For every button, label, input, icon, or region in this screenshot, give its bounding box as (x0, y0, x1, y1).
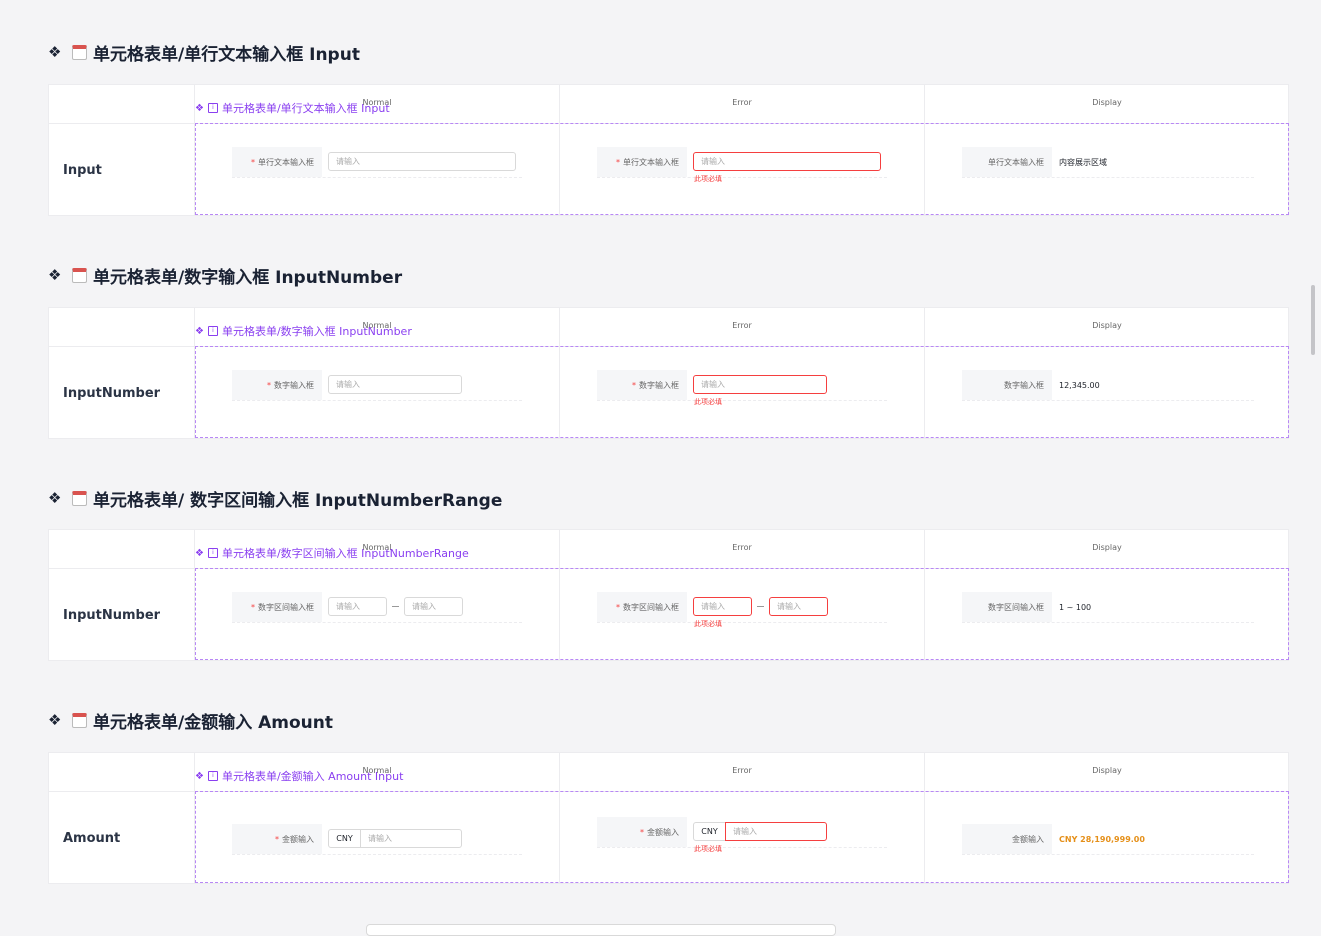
component-icon: ❖ (195, 102, 204, 114)
row-label: Input (63, 163, 102, 178)
component-label[interactable]: ❖ i 单元格表单/数字区间输入框 InputNumberRange (195, 545, 469, 561)
col-head-display: Display (1092, 321, 1122, 330)
currency-select[interactable]: CNY (328, 829, 361, 848)
instance-icon: i (207, 103, 218, 113)
field-label: 金额输入 (962, 824, 1052, 854)
calendar-icon (72, 490, 87, 506)
diamond-icon: ❖ (48, 711, 62, 729)
instance-icon: i (207, 548, 218, 558)
range-max-input[interactable]: 请输入 (404, 597, 463, 616)
text-input[interactable]: 请输入 (328, 152, 516, 171)
component-label-text: 单元格表单/数字输入框 InputNumber (221, 325, 412, 338)
range-max-input-error[interactable]: 请输入 (769, 597, 828, 616)
component-label-text: 单元格表单/单行文本输入框 Input (221, 102, 390, 115)
component-card: Normal Error Display ❖ i 单元格表单/数字区间输入框 I… (48, 529, 1289, 661)
component-label-text: 单元格表单/数字区间输入框 InputNumberRange (221, 547, 469, 560)
instance-icon: i (207, 326, 218, 336)
field-label: * 数字输入框 (232, 370, 322, 400)
field-label: 数字输入框 (962, 370, 1052, 400)
field-display: 数字输入框 12,345.00 (962, 370, 1254, 401)
component-icon: ❖ (195, 770, 204, 782)
component-icon: ❖ (195, 547, 204, 559)
component-label[interactable]: ❖ i 单元格表单/数字输入框 InputNumber (195, 323, 412, 339)
field-error: * 单行文本输入框 请输入 此项必填 (597, 147, 887, 183)
field-normal: * 数字输入框 请输入 (232, 370, 522, 401)
number-input[interactable]: 请输入 (328, 375, 462, 394)
range-separator (392, 606, 399, 607)
amount-input[interactable]: 请输入 (360, 829, 462, 848)
field-label: * 数字区间输入框 (597, 592, 687, 622)
field-label: 数字区间输入框 (962, 592, 1052, 622)
range-min-input[interactable]: 请输入 (328, 597, 387, 616)
component-card: Normal Error Display ❖ i 单元格表单/金额输入 Amou… (48, 752, 1289, 884)
component-icon: ❖ (195, 325, 204, 337)
display-value: CNY 28,190,999.00 (1059, 834, 1145, 844)
row-label: InputNumber (63, 386, 161, 401)
component-label[interactable]: ❖ i 单元格表单/金额输入 Amount Input (195, 768, 403, 784)
range-min-input-error[interactable]: 请输入 (693, 597, 752, 616)
col-head-error: Error (732, 321, 752, 330)
diamond-icon: ❖ (48, 489, 62, 507)
section-title: ❖ 单元格表单/数字输入框 InputNumber (48, 262, 402, 288)
field-label: * 金额输入 (232, 824, 322, 854)
component-label-text: 单元格表单/金额输入 Amount Input (221, 770, 404, 783)
field-label: * 金额输入 (597, 817, 687, 847)
section-title-text: 单元格表单/数字输入框 InputNumber (93, 267, 403, 288)
col-head-error: Error (732, 98, 752, 107)
diamond-icon: ❖ (48, 43, 62, 61)
section-title-text: 单元格表单/金额输入 Amount (93, 712, 334, 733)
diamond-icon: ❖ (48, 266, 62, 284)
field-label: 单行文本输入框 (962, 147, 1052, 177)
section-title: ❖ 单元格表单/ 数字区间输入框 InputNumberRange (48, 485, 502, 511)
component-card: Normal Error Display ❖ i 单元格表单/单行文本输入框 I… (48, 84, 1289, 216)
field-display: 数字区间输入框 1 ~ 100 (962, 592, 1254, 623)
field-label: * 单行文本输入框 (232, 147, 322, 177)
display-value: 1 ~ 100 (1059, 602, 1092, 612)
calendar-icon (72, 712, 87, 728)
section-title: ❖ 单元格表单/单行文本输入框 Input (48, 39, 360, 65)
col-head-display: Display (1092, 98, 1122, 107)
calendar-icon (72, 267, 87, 283)
section-title-text: 单元格表单/ 数字区间输入框 InputNumberRange (93, 490, 503, 511)
section-title: ❖ 单元格表单/金额输入 Amount (48, 707, 333, 733)
display-value: 内容展示区域 (1059, 157, 1107, 167)
error-message: 此项必填 (694, 620, 722, 628)
error-message: 此项必填 (694, 845, 722, 853)
row-label: Amount (63, 831, 121, 846)
range-separator (757, 606, 764, 607)
component-label[interactable]: ❖ i 单元格表单/单行文本输入框 Input (195, 100, 390, 116)
error-message: 此项必填 (694, 175, 722, 183)
calendar-icon (72, 44, 87, 60)
field-label: * 数字输入框 (597, 370, 687, 400)
field-display: 单行文本输入框 内容展示区域 (962, 147, 1254, 178)
instance-icon: i (207, 771, 218, 781)
field-error: * 数字输入框 请输入 此项必填 (597, 370, 887, 406)
field-normal: * 数字区间输入框 请输入 请输入 (232, 592, 522, 623)
field-normal: * 单行文本输入框 请输入 (232, 147, 522, 178)
field-display: 金额输入 CNY 28,190,999.00 (962, 824, 1254, 855)
field-error: * 数字区间输入框 请输入 请输入 此项必填 (597, 592, 887, 628)
text-input-error[interactable]: 请输入 (693, 152, 881, 171)
number-input-error[interactable]: 请输入 (693, 375, 827, 394)
col-head-error: Error (732, 543, 752, 552)
col-head-error: Error (732, 766, 752, 775)
error-message: 此项必填 (694, 398, 722, 406)
section-title-text: 单元格表单/单行文本输入框 Input (93, 44, 360, 65)
display-value: 12,345.00 (1059, 380, 1100, 390)
col-head-display: Display (1092, 766, 1122, 775)
bottom-toolbar[interactable] (366, 924, 836, 936)
field-label: * 单行文本输入框 (597, 147, 687, 177)
amount-input-error[interactable]: 请输入 (725, 822, 827, 841)
row-label: InputNumber (63, 608, 161, 623)
currency-select[interactable]: CNY (693, 822, 726, 841)
field-normal: * 金额输入 CNY 请输入 (232, 824, 522, 855)
col-head-display: Display (1092, 543, 1122, 552)
field-error: * 金额输入 CNY 请输入 此项必填 (597, 817, 887, 853)
scrollbar[interactable] (1311, 285, 1315, 355)
component-card: Normal Error Display ❖ i 单元格表单/数字输入框 Inp… (48, 307, 1289, 439)
field-label: * 数字区间输入框 (232, 592, 322, 622)
